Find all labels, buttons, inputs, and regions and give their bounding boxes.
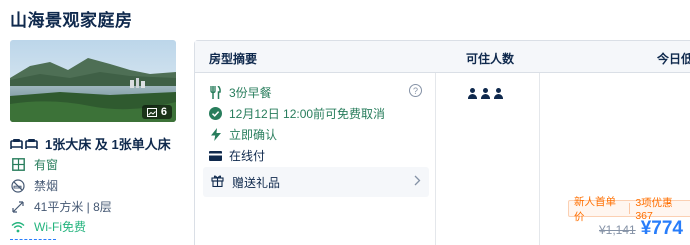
feature-label: 禁烟	[34, 179, 59, 193]
column-divider	[435, 73, 436, 245]
person-icon	[481, 88, 490, 99]
room-photo[interactable]: 6	[10, 40, 176, 122]
photo-count-badge[interactable]: 6	[141, 105, 172, 119]
window-icon	[10, 157, 26, 173]
perk-breakfast: 3份早餐	[209, 84, 272, 101]
perk-label: 3份早餐	[229, 86, 272, 100]
lightning-icon	[209, 128, 222, 141]
feature-label: 有窗	[34, 158, 59, 172]
person-icon	[494, 88, 503, 99]
perk-label: 立即确认	[229, 128, 278, 142]
gift-label: 赠送礼品	[232, 175, 281, 190]
column-divider	[539, 73, 540, 245]
price-row: ¥1,141 ¥774	[599, 218, 683, 240]
wifi-icon	[10, 219, 26, 235]
feature-label: Wi-Fi免费	[34, 220, 86, 234]
original-price: ¥1,141	[599, 223, 636, 237]
bed-icon	[10, 138, 38, 149]
feature-wifi: Wi-Fi免费	[10, 218, 86, 235]
promo-badge[interactable]: 新人首单价 3项优惠367	[568, 196, 690, 223]
person-icon	[468, 88, 477, 99]
table-header: 房型摘要 可住人数 今日低	[195, 41, 690, 73]
perk-label: 12月12日 12:00前可免费取消	[229, 107, 386, 121]
area-icon	[10, 199, 26, 215]
header-occupancy: 可住人数	[466, 52, 515, 66]
feature-no-smoking: 禁烟	[10, 177, 58, 194]
check-circle-icon	[209, 107, 222, 120]
bed-info: 1张大床 及 1张单人床	[10, 134, 171, 153]
feature-area: 41平方米 | 8层	[10, 198, 112, 215]
header-room-summary: 房型摘要	[209, 52, 258, 66]
perk-label: 在线付	[229, 149, 266, 163]
feature-window: 有窗	[10, 156, 58, 173]
card-icon	[209, 149, 222, 162]
no-smoking-icon	[10, 178, 26, 194]
perk-online-pay: 在线付	[209, 147, 265, 164]
perk-instant-confirm: 立即确认	[209, 126, 277, 143]
chevron-right-icon	[414, 175, 421, 189]
occupancy-icons	[468, 88, 503, 99]
gift-row[interactable]: 赠送礼品	[203, 167, 429, 197]
header-price: 今日低	[657, 52, 690, 66]
room-details-link[interactable]	[10, 238, 56, 240]
room-title: 山海景观家庭房	[10, 11, 133, 30]
feature-label: 41平方米 | 8层	[34, 200, 112, 214]
help-icon[interactable]: ?	[409, 84, 422, 97]
image-icon	[146, 107, 157, 117]
photo-count-text: 6	[160, 106, 167, 118]
breakfast-icon	[209, 86, 222, 99]
current-price: ¥774	[640, 218, 683, 239]
perk-free-cancel[interactable]: 12月12日 12:00前可免费取消	[209, 105, 385, 122]
bed-label: 1张大床 及 1张单人床	[45, 137, 171, 152]
gift-icon	[211, 174, 224, 190]
rate-table: 房型摘要 可住人数 今日低 ? 3份早餐 12月12日 12:00前可免费取消 …	[194, 40, 690, 245]
